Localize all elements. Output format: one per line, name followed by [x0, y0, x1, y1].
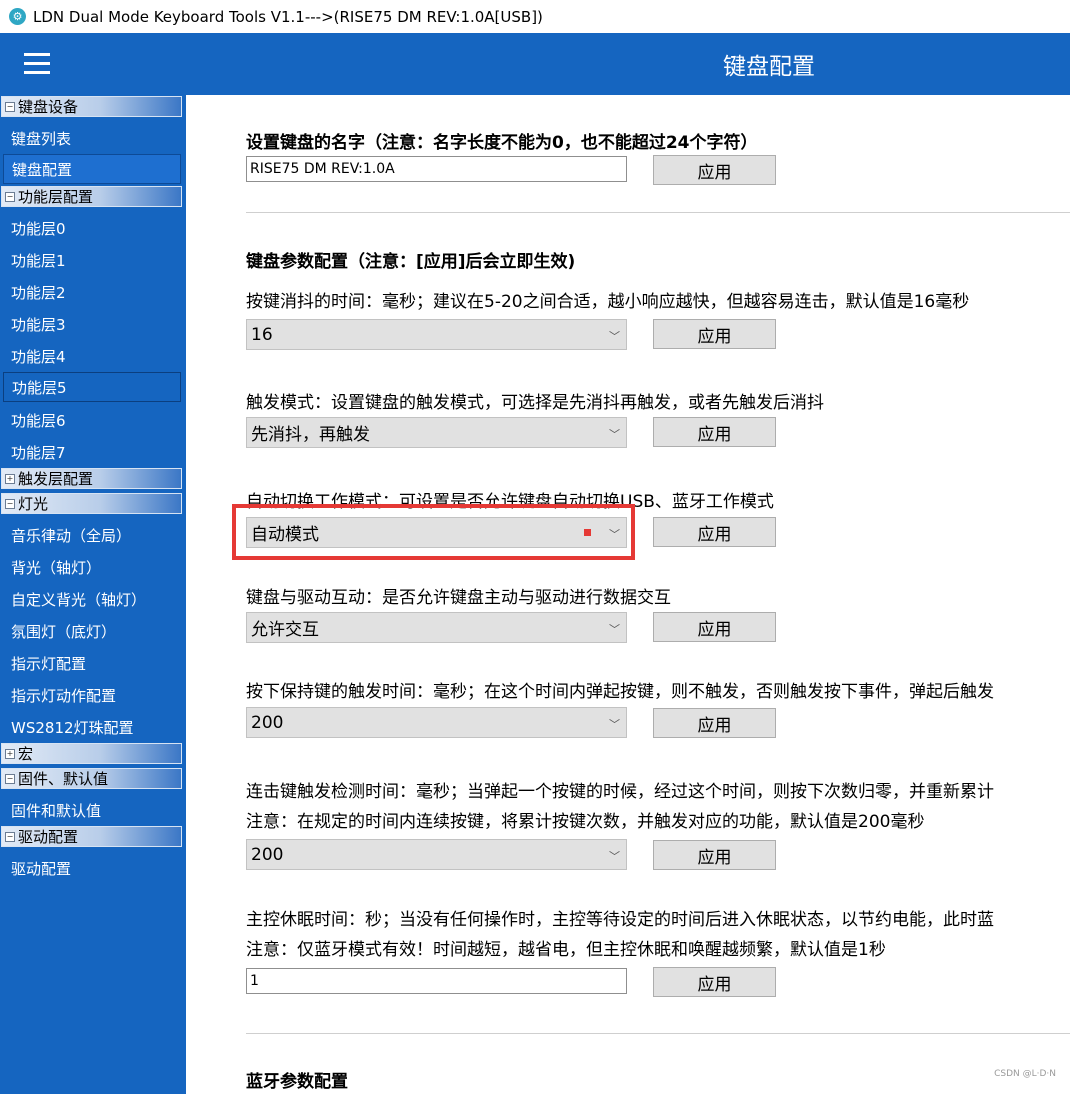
menu-icon[interactable]: [24, 53, 50, 75]
chevron-down-icon: ﹀: [609, 428, 620, 441]
page-title: 键盘配置: [723, 54, 815, 80]
sidebar-group-light[interactable]: − 灯光: [1, 493, 182, 514]
app-logo-icon: ⚙: [9, 8, 26, 25]
sidebar-item-backlight[interactable]: 背光（轴灯）: [11, 557, 101, 578]
sidebar-group-macro[interactable]: + 宏: [1, 743, 182, 764]
sidebar-group-trigger-layer[interactable]: + 触发层配置: [1, 468, 182, 489]
sidebar-item-firmware-defaults[interactable]: 固件和默认值: [11, 800, 101, 821]
sleep-time-input[interactable]: [246, 968, 627, 994]
apply-auto-switch-button[interactable]: 应用: [653, 517, 776, 547]
sidebar-item-layer3[interactable]: 功能层3: [11, 314, 66, 335]
window-title: LDN Dual Mode Keyboard Tools V1.1--->(RI…: [33, 7, 543, 26]
sidebar-item-layer2[interactable]: 功能层2: [11, 282, 66, 303]
sleep-desc-1: 主控休眠时间：秒；当没有任何操作时，主控等待设定的时间后进入休眠状态，以节约电能…: [246, 910, 994, 930]
chevron-down-icon: ﹀: [609, 850, 620, 863]
sidebar-group-layer-config[interactable]: − 功能层配置: [1, 186, 182, 207]
sidebar-group-label: 驱动配置: [18, 828, 79, 846]
bluetooth-params-title: 蓝牙参数配置: [246, 1072, 348, 1092]
sidebar-item-keyboard-config[interactable]: 键盘配置: [3, 154, 181, 184]
collapse-icon: −: [5, 498, 15, 509]
expand-icon: +: [5, 748, 15, 759]
keyboard-name-title: 设置键盘的名字（注意：名字长度不能为0，也不能超过24个字符）: [246, 133, 758, 153]
apply-hold-trigger-button[interactable]: 应用: [653, 708, 776, 738]
sidebar-item-indicator-action[interactable]: 指示灯动作配置: [11, 685, 116, 706]
keyboard-params-title: 键盘参数配置（注意：[应用]后会立即生效): [246, 252, 576, 272]
sidebar-item-layer0[interactable]: 功能层0: [11, 218, 66, 239]
sidebar-item-layer7[interactable]: 功能层7: [11, 442, 66, 463]
sidebar-item-music-rhythm[interactable]: 音乐律动（全局）: [11, 525, 131, 546]
hold-trigger-value: 200: [251, 712, 284, 733]
hold-trigger-desc: 按下保持键的触发时间：毫秒；在这个时间内弹起按键，则不触发，否则触发按下事件，弹…: [246, 682, 994, 702]
tap-detect-desc-1: 连击键触发检测时间：毫秒；当弹起一个按键的时候，经过这个时间，则按下次数归零，并…: [246, 782, 994, 802]
collapse-icon: −: [5, 831, 15, 842]
sidebar-item-layer6[interactable]: 功能层6: [11, 410, 66, 431]
sidebar-item-keyboard-list[interactable]: 键盘列表: [11, 128, 71, 149]
keyboard-name-input[interactable]: [246, 156, 627, 182]
driver-interact-desc: 键盘与驱动互动：是否允许键盘主动与驱动进行数据交互: [246, 588, 671, 608]
sidebar-group-label: 宏: [18, 745, 34, 763]
sleep-desc-2: 注意：仅蓝牙模式有效！时间越短，越省电，但主控休眠和唤醒越频繁，默认值是1秒: [246, 940, 886, 960]
sidebar-group-label: 功能层配置: [18, 188, 94, 206]
app-header: 键盘配置: [0, 33, 1070, 95]
trigger-mode-desc: 触发模式：设置键盘的触发模式，可选择是先消抖再触发，或者先触发后消抖: [246, 393, 824, 413]
apply-debounce-button[interactable]: 应用: [653, 319, 776, 349]
sidebar-item-indicator-config[interactable]: 指示灯配置: [11, 653, 86, 674]
window-titlebar: ⚙ LDN Dual Mode Keyboard Tools V1.1--->(…: [0, 0, 1070, 33]
collapse-icon: −: [5, 191, 15, 202]
debounce-select[interactable]: 16 ﹀: [246, 319, 627, 350]
apply-tap-detect-button[interactable]: 应用: [653, 840, 776, 870]
sidebar-group-driver[interactable]: − 驱动配置: [1, 826, 182, 847]
sidebar-item-layer4[interactable]: 功能层4: [11, 346, 66, 367]
main-content: 设置键盘的名字（注意：名字长度不能为0，也不能超过24个字符） 应用 键盘参数配…: [186, 95, 1070, 1094]
hold-trigger-select[interactable]: 200 ﹀: [246, 707, 627, 738]
divider: [246, 1033, 1070, 1034]
driver-interact-select[interactable]: 允许交互 ﹀: [246, 612, 627, 643]
debounce-desc: 按键消抖的时间：毫秒；建议在5-20之间合适，越小响应越快，但越容易连击，默认值…: [246, 292, 970, 312]
tap-detect-value: 200: [251, 844, 284, 865]
sidebar-group-label: 键盘设备: [18, 98, 79, 116]
sidebar-item-ws2812[interactable]: WS2812灯珠配置: [11, 717, 134, 738]
apply-driver-interact-button[interactable]: 应用: [653, 612, 776, 642]
watermark: CSDN @L·D·N: [994, 1069, 1056, 1079]
sidebar-group-firmware[interactable]: − 固件、默认值: [1, 768, 182, 789]
sidebar: − 键盘设备 键盘列表 键盘配置 − 功能层配置 功能层0 功能层1 功能层2 …: [0, 95, 186, 1094]
chevron-down-icon: ﹀: [609, 330, 620, 343]
sidebar-item-custom-backlight[interactable]: 自定义背光（轴灯）: [11, 589, 146, 610]
sidebar-group-label: 灯光: [18, 495, 49, 513]
tap-detect-select[interactable]: 200 ﹀: [246, 839, 627, 870]
collapse-icon: −: [5, 773, 15, 784]
collapse-icon: −: [5, 101, 15, 112]
debounce-value: 16: [251, 324, 273, 345]
divider: [246, 212, 1070, 213]
trigger-mode-select[interactable]: 先消抖，再触发 ﹀: [246, 417, 627, 448]
apply-name-button[interactable]: 应用: [653, 155, 776, 185]
sidebar-group-label: 触发层配置: [18, 470, 94, 488]
apply-trigger-mode-button[interactable]: 应用: [653, 417, 776, 447]
sidebar-item-layer5[interactable]: 功能层5: [3, 372, 181, 402]
chevron-down-icon: ﹀: [609, 718, 620, 731]
chevron-down-icon: ﹀: [609, 623, 620, 636]
highlight-box: [232, 504, 635, 560]
driver-interact-value: 允许交互: [251, 620, 319, 640]
tap-detect-desc-2: 注意：在规定的时间内连续按键，将累计按键次数，并触发对应的功能，默认值是200毫…: [246, 812, 925, 832]
red-marker: [584, 529, 591, 536]
trigger-mode-value: 先消抖，再触发: [251, 425, 370, 445]
sidebar-group-label: 固件、默认值: [18, 770, 109, 788]
sidebar-item-ambient-light[interactable]: 氛围灯（底灯）: [11, 621, 116, 642]
apply-sleep-button[interactable]: 应用: [653, 967, 776, 997]
sidebar-item-driver-config[interactable]: 驱动配置: [11, 858, 71, 879]
sidebar-group-keyboard-device[interactable]: − 键盘设备: [1, 96, 182, 117]
sidebar-item-layer1[interactable]: 功能层1: [11, 250, 66, 271]
expand-icon: +: [5, 473, 15, 484]
